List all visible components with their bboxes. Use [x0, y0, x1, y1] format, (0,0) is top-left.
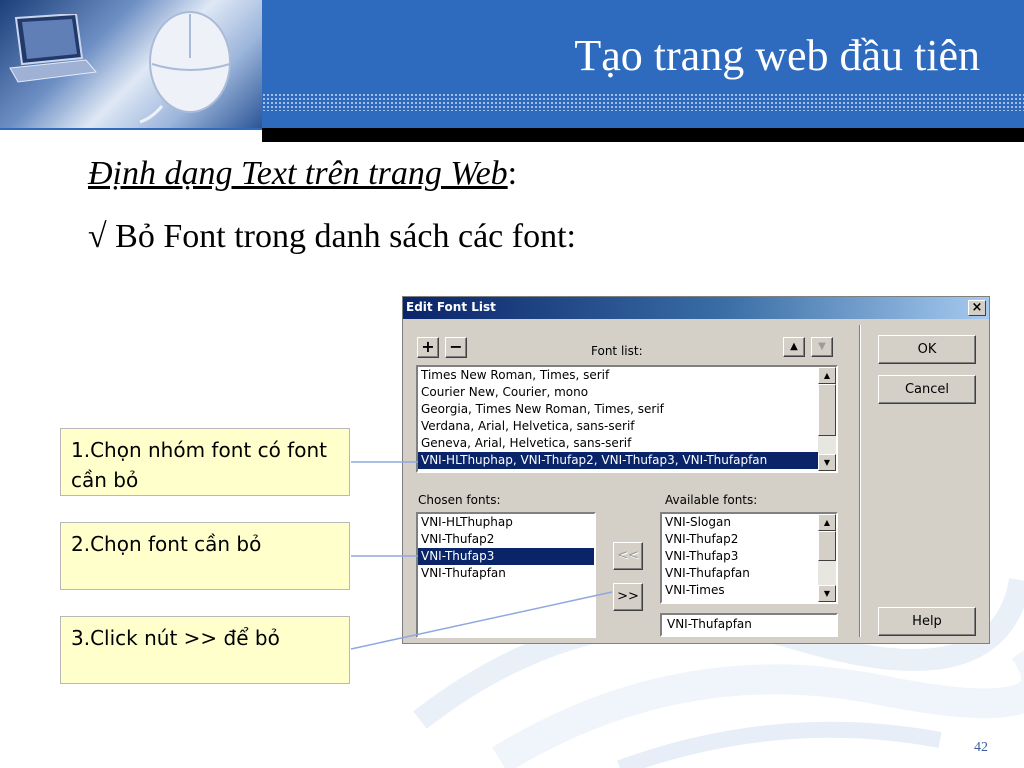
slide-title: Tạo trang web đầu tiên — [574, 31, 980, 80]
callout-step-3: 3.Click nút >> để bỏ — [60, 616, 350, 684]
bullet-text: Bỏ Font trong danh sách các font: — [115, 218, 576, 255]
available-font-item[interactable]: VNI-Times — [662, 582, 818, 599]
chosen-font-item[interactable]: VNI-Thufap2 — [418, 531, 594, 548]
cancel-button[interactable]: Cancel — [878, 375, 976, 404]
header-dot-pattern — [262, 93, 1024, 111]
move-left-button[interactable]: << — [613, 542, 643, 570]
chosen-fonts-label: Chosen fonts: — [418, 493, 501, 507]
font-list-scrollbar[interactable]: ▲ ▼ — [818, 367, 836, 471]
close-icon[interactable]: × — [968, 300, 986, 316]
page-number: 42 — [974, 740, 988, 755]
callout-step-1: 1.Chọn nhóm font có font cần bỏ — [60, 428, 350, 496]
remove-font-button[interactable]: − — [445, 337, 467, 358]
header-black-bar — [262, 128, 1024, 142]
available-font-item[interactable]: VNI-Slogan — [662, 514, 818, 531]
mouse-image — [139, 11, 231, 124]
scroll-up-icon[interactable]: ▲ — [818, 514, 836, 531]
available-fonts-scrollbar[interactable]: ▲ ▼ — [818, 514, 836, 602]
font-list-item[interactable]: Times New Roman, Times, serif — [418, 367, 818, 384]
font-list-item[interactable]: Geneva, Arial, Helvetica, sans-serif — [418, 435, 818, 452]
available-fonts-label: Available fonts: — [665, 493, 758, 507]
chosen-fonts-listbox[interactable]: VNI-HLThuphap VNI-Thufap2 VNI-Thufap3 VNI-T… — [416, 512, 596, 638]
available-font-item[interactable]: VNI-Thufapfan — [662, 565, 818, 582]
ok-button[interactable]: OK — [878, 335, 976, 364]
subtitle-colon: : — [507, 155, 518, 192]
scroll-down-icon[interactable]: ▼ — [818, 454, 836, 471]
move-up-icon[interactable]: ▲ — [783, 337, 805, 357]
subtitle-text: Định dạng Text trên trang Web — [88, 155, 508, 192]
edit-font-list-dialog: Edit Font List × + − Font list: ▲ ▼ Time… — [402, 296, 990, 644]
chosen-font-item[interactable]: VNI-Thufapfan — [418, 565, 594, 582]
scroll-down-icon[interactable]: ▼ — [818, 585, 836, 602]
available-fonts-listbox[interactable]: VNI-Slogan VNI-Thufap2 VNI-Thufap3 VNI-Thuf… — [660, 512, 838, 604]
callout-step-2: 2.Chọn font cần bỏ — [60, 522, 350, 590]
bullet-line: √ Bỏ Font trong danh sách các font: — [88, 218, 576, 256]
header-photo — [0, 0, 262, 128]
font-list-item[interactable]: Verdana, Arial, Helvetica, sans-serif — [418, 418, 818, 435]
help-button[interactable]: Help — [878, 607, 976, 636]
scroll-thumb[interactable] — [818, 384, 836, 436]
font-list-item[interactable]: Courier New, Courier, mono — [418, 384, 818, 401]
dialog-separator — [859, 325, 861, 637]
chosen-font-item[interactable]: VNI-HLThuphap — [418, 514, 594, 531]
available-font-input[interactable]: VNI-Thufapfan — [660, 613, 838, 637]
laptop-image — [9, 14, 97, 83]
move-right-button[interactable]: >> — [613, 583, 643, 611]
move-down-icon[interactable]: ▼ — [811, 337, 833, 357]
available-font-item[interactable]: VNI-Thufap2 — [662, 531, 818, 548]
add-font-button[interactable]: + — [417, 337, 439, 358]
slide-subtitle: Định dạng Text trên trang Web: — [88, 155, 517, 193]
dialog-titlebar[interactable]: Edit Font List × — [403, 297, 989, 319]
slide-header: Tạo trang web đầu tiên — [0, 0, 1024, 142]
checkmark-bullet-icon: √ — [88, 218, 107, 255]
font-list-label: Font list: — [591, 344, 643, 358]
scroll-thumb[interactable] — [818, 531, 836, 561]
scroll-up-icon[interactable]: ▲ — [818, 367, 836, 384]
font-list-item[interactable]: VNI-HLThuphap, VNI-Thufap2, VNI-Thufap3,… — [418, 452, 818, 469]
available-font-item[interactable]: VNI-Thufap3 — [662, 548, 818, 565]
font-list-listbox[interactable]: Times New Roman, Times, serif Courier New… — [416, 365, 838, 473]
font-list-item[interactable]: Georgia, Times New Roman, Times, serif — [418, 401, 818, 418]
chosen-font-item[interactable]: VNI-Thufap3 — [418, 548, 594, 565]
dialog-title: Edit Font List — [406, 300, 496, 314]
